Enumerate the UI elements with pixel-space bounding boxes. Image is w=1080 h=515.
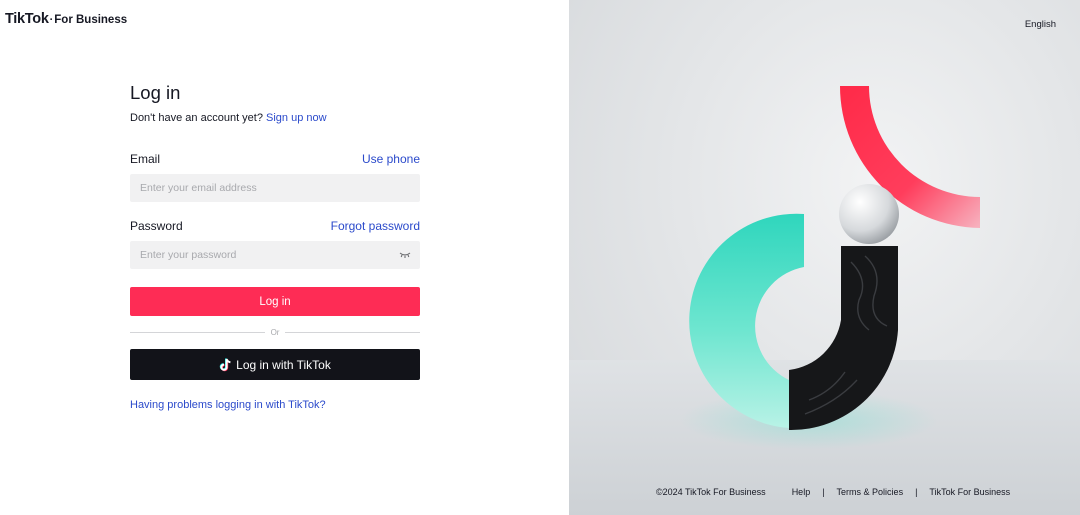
footer-link-help[interactable]: Help: [792, 487, 811, 497]
or-divider: Or: [130, 328, 421, 337]
email-label: Email: [130, 152, 161, 166]
divider-line-left: [130, 332, 265, 333]
tiktok-login-button[interactable]: Log in with TikTok: [130, 349, 420, 380]
footer: ©2024 TikTok For Business Help | Terms &…: [656, 487, 1010, 497]
brand-dot: ·: [49, 14, 54, 26]
signup-prompt: Don't have an account yet?: [130, 112, 263, 124]
brand-main-text: TikTok: [5, 11, 49, 27]
login-button[interactable]: Log in: [130, 287, 420, 316]
password-input[interactable]: [130, 241, 420, 269]
brand-logo[interactable]: TikTok · For Business: [5, 11, 127, 27]
use-phone-link[interactable]: Use phone: [362, 152, 420, 166]
signup-prompt-line: Don't have an account yet? Sign up now: [130, 111, 420, 125]
password-field-header: Password Forgot password: [130, 219, 420, 233]
tiktok-3d-logo-art: [689, 86, 980, 431]
page-title: Log in: [130, 82, 181, 103]
tiktok-login-label: Log in with TikTok: [236, 357, 331, 372]
login-form: Log in Don't have an account yet? Sign u…: [130, 82, 421, 413]
tiktok-note-icon: [219, 358, 231, 371]
password-label: Password: [130, 219, 183, 233]
email-input[interactable]: [130, 174, 420, 202]
divider-text: Or: [270, 328, 280, 337]
forgot-password-link[interactable]: Forgot password: [331, 219, 420, 233]
login-panel: TikTok · For Business Log in Don't have …: [0, 0, 569, 515]
language-selector[interactable]: English: [1025, 19, 1056, 30]
hero-image-panel: English: [569, 0, 1080, 515]
eye-closed-icon[interactable]: [399, 251, 411, 259]
email-field-header: Email Use phone: [130, 152, 420, 166]
password-field-box: [130, 241, 420, 269]
footer-separator: |: [822, 487, 825, 497]
email-field-box: [130, 174, 420, 202]
divider-line-right: [285, 332, 421, 333]
signup-link[interactable]: Sign up now: [266, 112, 327, 124]
footer-copyright: ©2024 TikTok For Business: [656, 487, 766, 497]
help-login-link[interactable]: Having problems logging in with TikTok?: [130, 399, 326, 411]
footer-separator: |: [915, 487, 918, 497]
footer-link-terms[interactable]: Terms & Policies: [837, 487, 904, 497]
brand-sub-text: For Business: [54, 14, 128, 26]
footer-link-tiktok-business[interactable]: TikTok For Business: [929, 487, 1010, 497]
